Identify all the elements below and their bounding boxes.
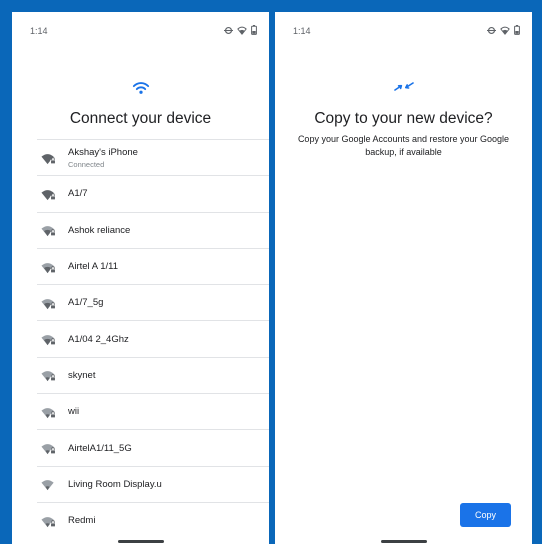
wifi-lock-icon: [41, 261, 56, 279]
network-item[interactable]: skynet: [37, 356, 269, 393]
status-time: 1:14: [30, 26, 48, 36]
data-saver-icon: [224, 22, 233, 40]
network-name: A1/04 2_4Ghz: [68, 333, 129, 345]
battery-icon: [251, 22, 257, 40]
page-title: Copy to your new device?: [314, 110, 493, 127]
wifi-lock-icon: [41, 152, 56, 170]
nav-handle[interactable]: [380, 540, 427, 543]
wifi-lock-icon: [41, 515, 56, 533]
network-name: Ashok reliance: [68, 224, 131, 236]
network-name: wii: [68, 406, 80, 418]
network-item[interactable]: A1/7_5g: [37, 284, 269, 320]
status-time: 1:14: [293, 26, 311, 36]
network-item[interactable]: wii: [37, 393, 269, 429]
status-bar: 1:14: [275, 12, 532, 50]
page-subtitle: Copy your Google Accounts and restore yo…: [297, 134, 510, 157]
transfer-arrows-icon: [393, 80, 414, 99]
network-item[interactable]: Ashok reliance: [37, 211, 269, 248]
wifi-lock-icon: [41, 333, 56, 351]
wifi-lock-icon: [41, 188, 56, 206]
copy-button[interactable]: Copy: [460, 503, 511, 527]
nav-handle[interactable]: [117, 540, 164, 543]
network-item[interactable]: Redmi: [37, 501, 269, 538]
network-name: skynet: [68, 369, 96, 381]
network-item[interactable]: AirtelA1/11_5G: [37, 429, 269, 465]
status-bar: 1:14: [12, 12, 269, 50]
network-list: Akshay's iPhone Connected A1/7 Ashok rel…: [37, 139, 269, 538]
network-item[interactable]: Airtel A 1/11: [37, 247, 269, 284]
network-name: Airtel A 1/11: [68, 261, 118, 273]
network-item[interactable]: Living Room Display.u: [37, 465, 269, 502]
page-title: Connect your device: [69, 110, 212, 127]
network-name: Living Room Display.u: [68, 478, 162, 490]
network-item[interactable]: A1/04 2_4Ghz: [37, 320, 269, 356]
wifi-lock-icon: [41, 406, 56, 424]
wifi-icon: [41, 478, 56, 496]
network-name: AirtelA1/11_5G: [68, 442, 132, 454]
wifi-lock-icon: [41, 369, 56, 387]
network-item[interactable]: Akshay's iPhone Connected: [37, 139, 269, 175]
connect-device-screen: 1:14 Connect your device Akshay's iPhone…: [12, 12, 269, 544]
wifi-icon: [237, 22, 247, 40]
network-status: Connected: [68, 159, 105, 169]
wifi-lock-icon: [41, 224, 56, 242]
wifi-lock-icon: [41, 297, 56, 315]
network-name: Redmi: [68, 515, 96, 527]
wifi-icon: [132, 80, 150, 100]
data-saver-icon: [487, 22, 496, 40]
status-icons: [224, 22, 257, 40]
network-item[interactable]: A1/7: [37, 175, 269, 211]
status-icons: [487, 22, 520, 40]
wifi-lock-icon: [41, 442, 56, 460]
copy-device-screen: 1:14 Copy to your new device? Copy your …: [275, 12, 532, 544]
network-name: A1/7_5g: [68, 297, 104, 309]
wifi-icon: [500, 22, 510, 40]
battery-icon: [514, 22, 520, 40]
network-name: A1/7: [68, 188, 88, 200]
network-name: Akshay's iPhone: [68, 146, 138, 158]
